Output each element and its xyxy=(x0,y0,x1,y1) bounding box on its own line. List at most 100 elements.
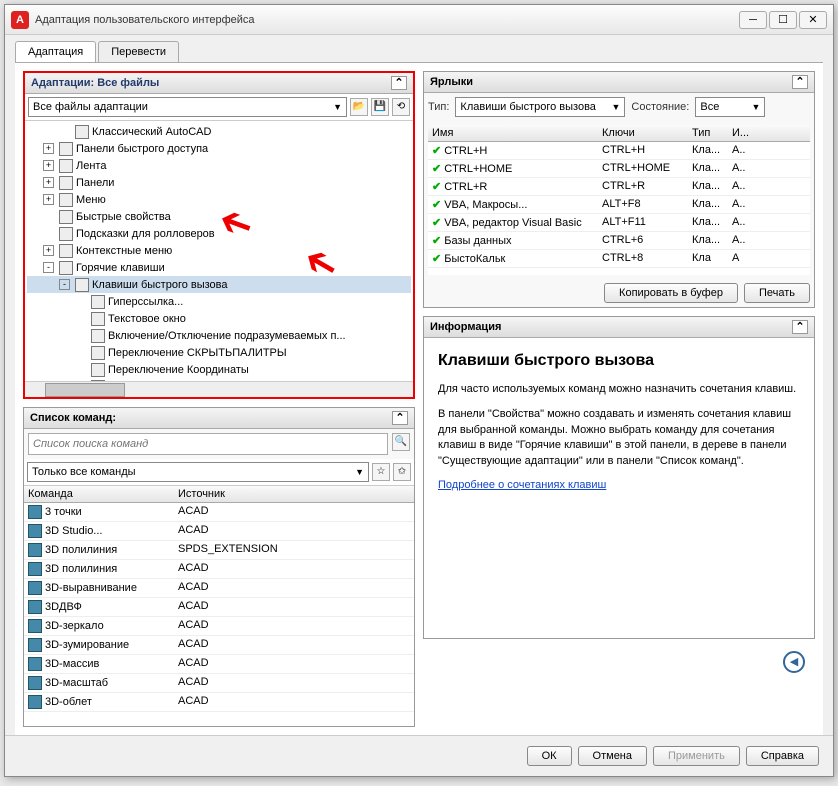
print-button[interactable]: Печать xyxy=(744,283,810,303)
copy-buffer-button[interactable]: Копировать в буфер xyxy=(604,283,738,303)
table-row[interactable]: ✔VBA, редактор Visual BasicALT+F11Кла...… xyxy=(428,214,810,232)
shortcut-name: VBA, редактор Visual Basic xyxy=(444,217,582,229)
tree-item[interactable]: +Панели быстрого доступа xyxy=(27,140,411,157)
col-src[interactable]: И... xyxy=(728,125,758,141)
table-row[interactable]: 3D-зумированиеACAD xyxy=(24,636,414,655)
maximize-button[interactable]: ☐ xyxy=(769,11,797,29)
tree-item[interactable]: Переключение Координаты xyxy=(27,361,411,378)
command-source: ACAD xyxy=(174,560,414,578)
tree-label: Классический AutoCAD xyxy=(92,126,211,138)
tree-item[interactable]: Текстовое окно xyxy=(27,310,411,327)
commands-table[interactable]: Команда Источник 3 точкиACAD3D Studio...… xyxy=(24,486,414,726)
tab-adaptation[interactable]: Адаптация xyxy=(15,41,96,62)
expand-icon[interactable]: + xyxy=(43,177,54,188)
table-row[interactable]: ✔VBA, Макросы...ALT+F8Кла...A.. xyxy=(428,196,810,214)
adaptation-files-dropdown[interactable]: Все файлы адаптации ▼ xyxy=(28,97,347,117)
tab-translate[interactable]: Перевести xyxy=(98,41,179,62)
col-keys[interactable]: Ключи xyxy=(598,125,688,141)
expand-icon[interactable]: + xyxy=(43,194,54,205)
table-row[interactable]: 3D полилинияSPDS_EXTENSION xyxy=(24,541,414,560)
collapse-icon[interactable]: ⌃ xyxy=(792,75,808,89)
expand-icon[interactable]: - xyxy=(59,279,70,290)
info-link[interactable]: Подробнее о сочетаниях клавиш xyxy=(438,479,606,491)
table-row[interactable]: 3 точкиACAD xyxy=(24,503,414,522)
shortcut-keys: ALT+F8 xyxy=(598,196,688,213)
col-command[interactable]: Команда xyxy=(24,486,174,502)
shortcut-src: A.. xyxy=(728,196,758,213)
close-button[interactable]: ✕ xyxy=(799,11,827,29)
open-icon[interactable]: 📂 xyxy=(350,98,368,116)
right-column: Ярлыки ⌃ Тип: Клавиши быстрого вызова ▼ … xyxy=(423,71,815,727)
save-icon[interactable]: 💾 xyxy=(371,98,389,116)
search-icon[interactable]: 🔍 xyxy=(392,433,410,451)
expand-icon[interactable]: + xyxy=(43,160,54,171)
help-button[interactable]: Справка xyxy=(746,746,819,766)
adaptations-tree[interactable]: Классический AutoCAD +Панели быстрого дос… xyxy=(25,121,413,381)
scrollbar-thumb[interactable] xyxy=(45,383,125,397)
command-search-input[interactable] xyxy=(28,433,388,455)
star-add-icon[interactable]: ✩ xyxy=(393,463,411,481)
back-button[interactable]: ◀ xyxy=(783,651,805,673)
star-filter-icon[interactable]: ☆ xyxy=(372,463,390,481)
tree-item[interactable]: Быстрые свойства xyxy=(27,208,411,225)
shortcuts-table[interactable]: Имя Ключи Тип И... ✔CTRL+HCTRL+HКла...A.… xyxy=(428,125,810,275)
state-dropdown[interactable]: Все ▼ xyxy=(695,97,765,117)
tree-item[interactable]: -Горячие клавиши xyxy=(27,259,411,276)
table-row[interactable]: 3D полилинияACAD xyxy=(24,560,414,579)
table-row[interactable]: 3D-выравниваниеACAD xyxy=(24,579,414,598)
tree-icon xyxy=(59,244,73,258)
collapse-icon[interactable]: ⌃ xyxy=(391,76,407,90)
shortcuts-filter: Тип: Клавиши быстрого вызова ▼ Состояние… xyxy=(424,93,814,121)
ok-button[interactable]: ОК xyxy=(527,746,572,766)
tree-item[interactable]: +Панели xyxy=(27,174,411,191)
tree-item[interactable]: +Лента xyxy=(27,157,411,174)
shortcut-type: Кла... xyxy=(688,178,728,195)
tree-item[interactable]: Классический AutoCAD xyxy=(27,123,411,140)
horizontal-scrollbar[interactable] xyxy=(25,381,413,397)
tree-item[interactable]: +Контекстные меню xyxy=(27,242,411,259)
tree-icon xyxy=(59,227,73,241)
table-row[interactable]: 3D-облетACAD xyxy=(24,693,414,712)
apply-button[interactable]: Применить xyxy=(653,746,740,766)
collapse-icon[interactable]: ⌃ xyxy=(392,411,408,425)
tree-label: Переключение Координаты xyxy=(108,364,249,376)
expand-icon[interactable]: + xyxy=(43,143,54,154)
tree-item[interactable]: -Клавиши быстрого вызова xyxy=(27,276,411,293)
commands-header: Список команд: ⌃ xyxy=(24,408,414,429)
expand-icon[interactable]: - xyxy=(43,262,54,273)
state-value: Все xyxy=(700,101,719,113)
cancel-button[interactable]: Отмена xyxy=(578,746,647,766)
tree-item[interactable]: +Меню xyxy=(27,191,411,208)
command-source: ACAD xyxy=(174,522,414,540)
shortcut-keys: CTRL+R xyxy=(598,178,688,195)
tree-item[interactable]: Переключение СКРЫТЬПАЛИТРЫ xyxy=(27,344,411,361)
table-row[interactable]: 3DДВФACAD xyxy=(24,598,414,617)
col-source[interactable]: Источник xyxy=(174,486,414,502)
tree-item[interactable]: Гиперссылка... xyxy=(27,293,411,310)
tree-icon xyxy=(91,346,105,360)
info-header: Информация ⌃ xyxy=(424,317,814,338)
col-name[interactable]: Имя xyxy=(428,125,598,141)
tree-item[interactable]: Подсказки для ролловеров xyxy=(27,225,411,242)
table-row[interactable]: 3D-массивACAD xyxy=(24,655,414,674)
table-row[interactable]: ✔CTRL+RCTRL+RКла...A.. xyxy=(428,178,810,196)
table-row[interactable]: 3D-зеркалоACAD xyxy=(24,617,414,636)
table-row[interactable]: ✔CTRL+HOMECTRL+HOMEКла...A.. xyxy=(428,160,810,178)
table-row[interactable]: ✔CTRL+HCTRL+HКла...A.. xyxy=(428,142,810,160)
sync-icon[interactable]: ⟲ xyxy=(392,98,410,116)
command-filter-dropdown[interactable]: Только все команды ▼ xyxy=(27,462,369,482)
table-row[interactable]: ✔Базы данныхCTRL+6Кла...A.. xyxy=(428,232,810,250)
table-row[interactable]: 3D-масштабACAD xyxy=(24,674,414,693)
shortcuts-title: Ярлыки xyxy=(430,76,792,88)
table-row[interactable]: 3D Studio...ACAD xyxy=(24,522,414,541)
command-name: 3D-зумирование xyxy=(45,639,129,651)
tree-icon xyxy=(59,210,73,224)
type-dropdown[interactable]: Клавиши быстрого вызова ▼ xyxy=(455,97,625,117)
table-row[interactable]: ✔БыстоКалькCTRL+8КлаA xyxy=(428,250,810,268)
tree-item[interactable]: Включение/Отключение подразумеваемых п..… xyxy=(27,327,411,344)
tree-label: Подсказки для ролловеров xyxy=(76,228,215,240)
minimize-button[interactable]: ─ xyxy=(739,11,767,29)
expand-icon[interactable]: + xyxy=(43,245,54,256)
col-type[interactable]: Тип xyxy=(688,125,728,141)
collapse-icon[interactable]: ⌃ xyxy=(792,320,808,334)
